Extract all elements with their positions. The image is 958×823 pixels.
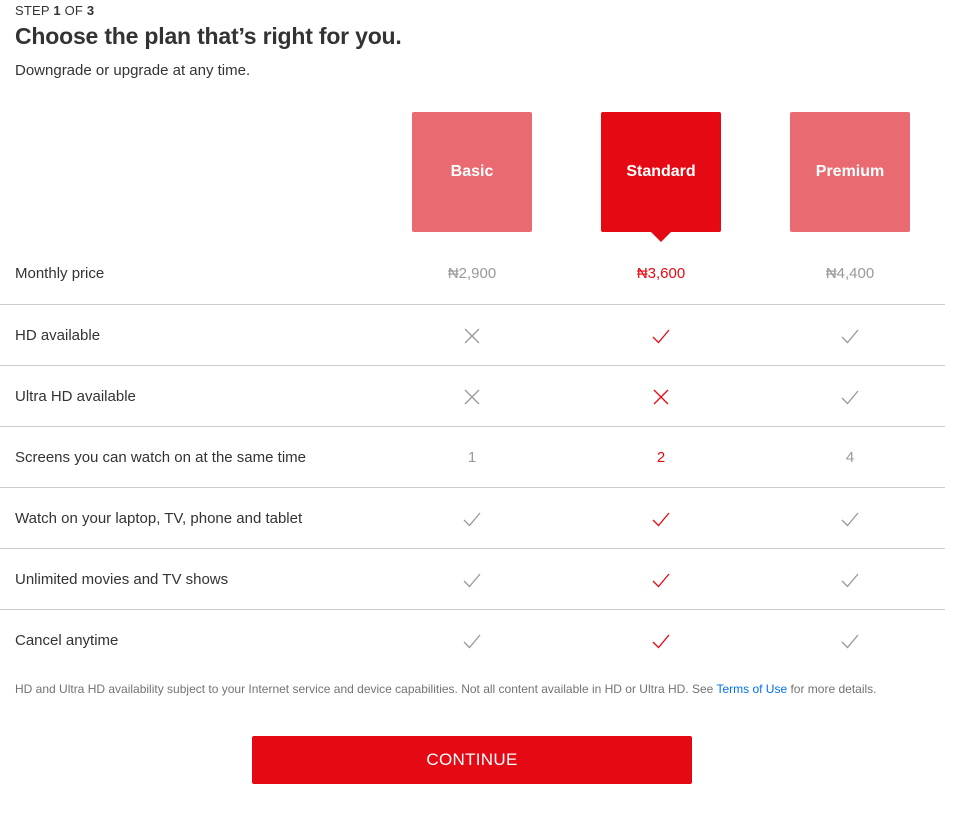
check-icon <box>412 549 532 610</box>
check-icon <box>601 305 721 366</box>
plan-basic-label: Basic <box>450 163 494 180</box>
table-row: Screens you can watch on at the same tim… <box>0 427 945 488</box>
cell-value: ₦2,900 <box>447 265 497 282</box>
step-indicator: STEP 1 OF 3 <box>15 3 94 18</box>
table-row: Watch on your laptop, TV, phone and tabl… <box>0 488 945 549</box>
row-label: Ultra HD available <box>15 388 136 405</box>
row-label: Monthly price <box>15 265 105 282</box>
plan-comparison-table: Monthly price ₦2,900 ₦3,600 ₦4,400 HD availa… <box>0 244 945 671</box>
check-icon <box>412 610 532 671</box>
check-icon <box>790 610 910 671</box>
row-label: HD available <box>15 327 101 344</box>
page-title: Choose the plan that’s right for you. <box>15 23 402 49</box>
row-label: Screens you can watch on at the same tim… <box>15 449 306 466</box>
plan-standard[interactable]: Standard <box>601 112 721 242</box>
check-icon <box>601 488 721 549</box>
table-row: Cancel anytime <box>0 610 945 671</box>
disclaimer: HD and Ultra HD availability subject to … <box>15 681 935 697</box>
row-label: Unlimited movies and TV shows <box>15 571 229 588</box>
check-icon <box>601 549 721 610</box>
row-label: Cancel anytime <box>15 632 119 649</box>
row-label: Watch on your laptop, TV, phone and tabl… <box>15 510 303 527</box>
step-prefix: STEP <box>15 3 50 18</box>
cross-icon <box>412 305 532 366</box>
check-icon <box>790 549 910 610</box>
plan-premium-label: Premium <box>815 163 885 180</box>
cell-value: 1 <box>467 449 477 466</box>
plan-basic[interactable]: Basic <box>412 112 532 232</box>
step-current: 1 <box>53 3 61 18</box>
continue-button[interactable]: CONTINUE <box>252 736 692 784</box>
cross-icon <box>412 366 532 427</box>
cross-icon <box>601 366 721 427</box>
step-of: OF <box>64 3 84 18</box>
check-icon <box>790 366 910 427</box>
page-subtitle: Downgrade or upgrade at any time. <box>15 62 251 79</box>
check-icon <box>412 488 532 549</box>
table-row: HD available <box>0 305 945 366</box>
table-row: Unlimited movies and TV shows <box>0 549 945 610</box>
terms-of-use-link[interactable]: Terms of Use <box>716 682 787 696</box>
check-icon <box>601 610 721 671</box>
disclaimer-text: HD and Ultra HD availability subject to … <box>15 682 717 696</box>
step-total: 3 <box>86 3 95 18</box>
table-row: Ultra HD available <box>0 366 945 427</box>
check-icon <box>790 305 910 366</box>
cell-value: ₦4,400 <box>825 265 875 282</box>
plan-standard-label: Standard <box>626 163 696 180</box>
plan-premium[interactable]: Premium <box>790 112 910 232</box>
cell-value: 2 <box>656 449 666 466</box>
cell-value: ₦3,600 <box>636 265 686 282</box>
table-row: Monthly price ₦2,900 ₦3,600 ₦4,400 <box>0 244 945 305</box>
disclaimer-text-end: for more details. <box>787 682 877 696</box>
check-icon <box>790 488 910 549</box>
cell-value: 4 <box>845 449 855 466</box>
